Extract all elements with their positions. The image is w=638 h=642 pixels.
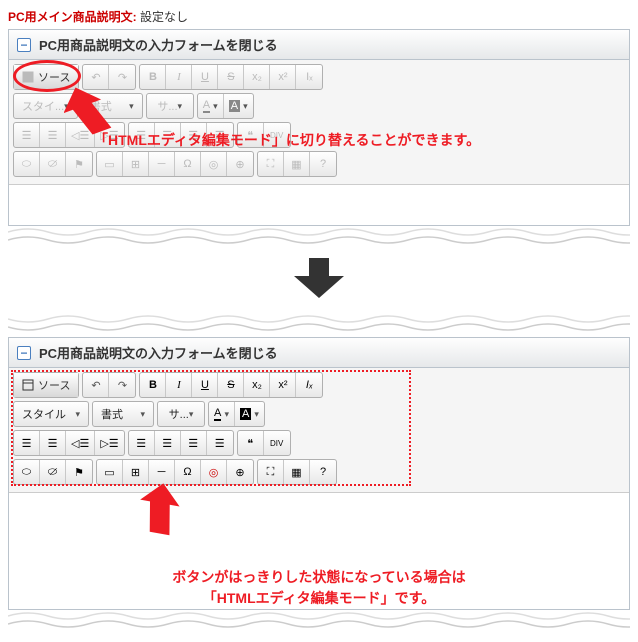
align-center-button[interactable]: ☰ — [155, 431, 181, 455]
unlink-button[interactable]: ⬭̷ — [40, 460, 66, 484]
bold-button[interactable]: B — [140, 373, 166, 397]
iframe-button[interactable]: ⊕ — [227, 460, 253, 484]
anchor-button[interactable]: ⚑ — [66, 460, 92, 484]
wave-divider — [8, 610, 630, 634]
italic-button[interactable]: I — [166, 373, 192, 397]
redo-button[interactable]: ↷ — [109, 373, 135, 397]
blockquote-button[interactable]: ❝ — [238, 431, 264, 455]
image-button[interactable]: ▭ — [97, 152, 123, 176]
italic-button[interactable]: I — [166, 65, 192, 89]
editor-body[interactable] — [9, 185, 629, 225]
show-blocks-button[interactable]: ▦ — [284, 152, 310, 176]
special-char-button[interactable]: Ω — [175, 152, 201, 176]
editor-panel-disabled: − PC用商品説明文の入力フォームを閉じる ソース ↶ ↷ B I U S x₂… — [8, 29, 630, 226]
size-dropdown[interactable]: サ...▾ — [147, 94, 193, 118]
callout-text: 「HTMLエディタ編集モード」に切り替えることができます。 — [94, 130, 480, 150]
link-button[interactable]: ⬭ — [14, 460, 40, 484]
hr-button[interactable]: ─ — [149, 460, 175, 484]
ordered-list-button[interactable]: ☰ — [14, 123, 40, 147]
format-dropdown[interactable]: 書式▾ — [93, 402, 153, 426]
panel-title-text: PC用商品説明文の入力フォームを閉じる — [39, 343, 278, 362]
maximize-button[interactable]: ⛶ — [258, 460, 284, 484]
style-dropdown[interactable]: スタイ...▾ — [14, 94, 77, 118]
redo-button[interactable]: ↷ — [109, 65, 135, 89]
subscript-button[interactable]: x₂ — [244, 65, 270, 89]
maximize-button[interactable]: ⛶ — [258, 152, 284, 176]
strike-button[interactable]: S — [218, 373, 244, 397]
wave-divider — [8, 226, 630, 250]
embed-button[interactable]: ◎ — [201, 460, 227, 484]
panel-title[interactable]: − PC用商品説明文の入力フォームを閉じる — [9, 30, 629, 60]
editor-toolbar-active: ソース ↶ ↷ B I U S x₂ x² Iₓ スタイル▾ 書式▾ サ...▾… — [9, 368, 629, 493]
header-label: PC用メイン商品説明文: — [8, 10, 137, 24]
text-color-button[interactable]: A ▾ — [209, 402, 235, 426]
embed-button[interactable]: ◎ — [201, 152, 227, 176]
table-button[interactable]: ⊞ — [123, 460, 149, 484]
special-char-button[interactable]: Ω — [175, 460, 201, 484]
collapse-icon[interactable]: − — [17, 38, 31, 52]
flow-arrow-icon — [8, 258, 630, 301]
header-value: 設定なし — [140, 10, 188, 24]
anchor-button[interactable]: ⚑ — [66, 152, 92, 176]
bold-button[interactable]: B — [140, 65, 166, 89]
bg-color-button[interactable]: A ▾ — [224, 94, 253, 118]
superscript-button[interactable]: x² — [270, 373, 296, 397]
div-button[interactable]: DIV — [264, 431, 290, 455]
outdent-button[interactable]: ◁☰ — [66, 123, 95, 147]
align-right-button[interactable]: ☰ — [181, 431, 207, 455]
text-color-button[interactable]: A ▾ — [198, 94, 224, 118]
undo-button[interactable]: ↶ — [83, 65, 109, 89]
underline-button[interactable]: U — [192, 65, 218, 89]
callout-line1: ボタンがはっきりした状態になっている場合は — [9, 567, 629, 588]
editor-panel-active: − PC用商品説明文の入力フォームを閉じる ソース ↶ ↷ B I U S x₂… — [8, 337, 630, 610]
bg-color-button[interactable]: A ▾ — [235, 402, 264, 426]
table-button[interactable]: ⊞ — [123, 152, 149, 176]
superscript-button[interactable]: x² — [270, 65, 296, 89]
indent-button[interactable]: ▷☰ — [95, 431, 123, 455]
collapse-icon[interactable]: − — [17, 346, 31, 360]
undo-button[interactable]: ↶ — [83, 373, 109, 397]
style-dropdown[interactable]: スタイル▾ — [14, 402, 88, 426]
page-header: PC用メイン商品説明文: 設定なし — [8, 8, 630, 25]
unordered-list-button[interactable]: ☰ — [40, 431, 66, 455]
subscript-button[interactable]: x₂ — [244, 373, 270, 397]
wave-divider — [8, 309, 630, 333]
image-button[interactable]: ▭ — [97, 460, 123, 484]
callout-block: ボタンがはっきりした状態になっている場合は 「HTMLエディタ編集モード」です。 — [9, 567, 629, 609]
editor-toolbar-disabled: ソース ↶ ↷ B I U S x₂ x² Iₓ スタイ...▾ 書式▾ サ..… — [9, 60, 629, 185]
panel-title[interactable]: − PC用商品説明文の入力フォームを閉じる — [9, 338, 629, 368]
remove-format-button[interactable]: Iₓ — [296, 65, 322, 89]
justify-button[interactable]: ☰ — [207, 431, 233, 455]
align-left-button[interactable]: ☰ — [129, 431, 155, 455]
panel-title-text: PC用商品説明文の入力フォームを閉じる — [39, 35, 278, 54]
strike-button[interactable]: S — [218, 65, 244, 89]
iframe-button[interactable]: ⊕ — [227, 152, 253, 176]
format-dropdown[interactable]: 書式▾ — [82, 94, 142, 118]
unordered-list-button[interactable]: ☰ — [40, 123, 66, 147]
show-blocks-button[interactable]: ▦ — [284, 460, 310, 484]
remove-format-button[interactable]: Iₓ — [296, 373, 322, 397]
help-button[interactable]: ? — [310, 460, 336, 484]
help-button[interactable]: ? — [310, 152, 336, 176]
unlink-button[interactable]: ⬭̷ — [40, 152, 66, 176]
editor-body[interactable] — [9, 493, 629, 563]
ordered-list-button[interactable]: ☰ — [14, 431, 40, 455]
underline-button[interactable]: U — [192, 373, 218, 397]
hr-button[interactable]: ─ — [149, 152, 175, 176]
callout-line2: 「HTMLエディタ編集モード」です。 — [9, 588, 629, 609]
source-button[interactable]: ソース — [14, 65, 78, 89]
size-dropdown[interactable]: サ...▾ — [158, 402, 204, 426]
source-button[interactable]: ソース — [14, 373, 78, 397]
outdent-button[interactable]: ◁☰ — [66, 431, 95, 455]
link-button[interactable]: ⬭ — [14, 152, 40, 176]
